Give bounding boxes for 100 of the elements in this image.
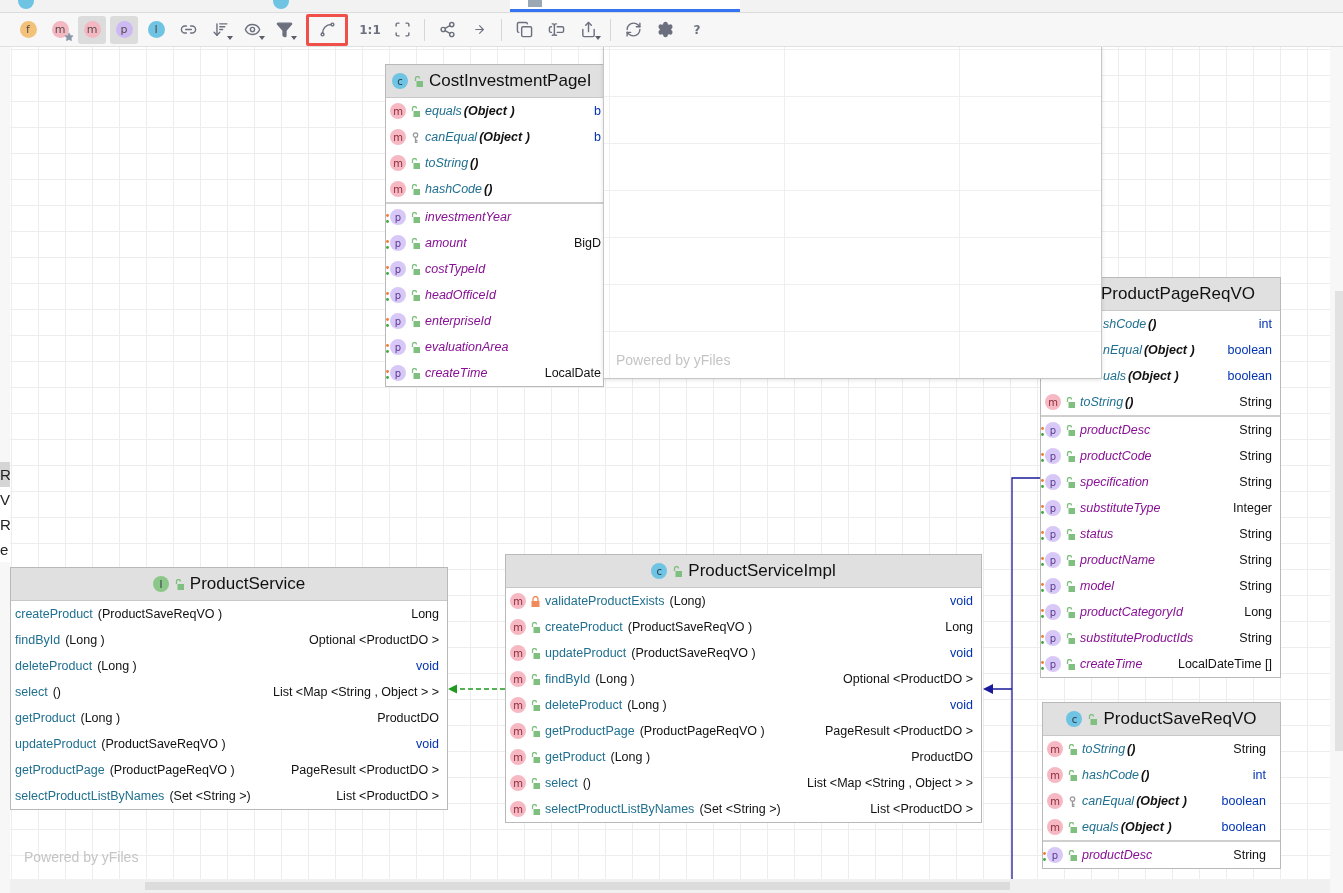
class-icon: c	[1066, 711, 1083, 727]
method-params: (ProductSaveReqVO )	[627, 620, 753, 634]
panel-item[interactable]: e	[0, 537, 10, 562]
filter-toggle-button[interactable]: p	[110, 15, 138, 44]
field-name: enterpriseId	[425, 314, 491, 328]
method-icon: m	[510, 775, 526, 791]
member-type: boolean	[1220, 820, 1266, 834]
sort-icon	[211, 21, 229, 38]
method-params: (Long )	[65, 633, 105, 647]
frame-icon	[393, 21, 411, 38]
field-name: specification	[1080, 475, 1149, 489]
member-type: LocalDate	[543, 366, 601, 380]
field-name: status	[1080, 527, 1114, 541]
method-params: ()	[1127, 742, 1136, 756]
property-icon: p	[1045, 630, 1061, 646]
filter-toggle-button[interactable]: m	[78, 15, 106, 44]
status-dots-icon	[1041, 557, 1044, 566]
method-params: (Long )	[595, 672, 635, 686]
method-params: ()	[582, 776, 591, 790]
method-name: selectProductListByNames	[545, 802, 695, 816]
property-icon: p	[1045, 604, 1061, 620]
method-params: (Set <String >)	[699, 802, 781, 816]
method-icon: m	[510, 645, 526, 661]
status-dots-icon	[1041, 531, 1044, 540]
method-icon: m	[390, 103, 406, 119]
method-icon: m	[1047, 793, 1063, 809]
status-dots-icon	[1043, 852, 1046, 861]
filter-toggle-button[interactable]: m	[46, 15, 74, 44]
member-type: int	[1257, 317, 1272, 331]
interface-icon: I	[152, 576, 169, 592]
method-name: createProduct	[545, 620, 623, 634]
field-name: investmentYear	[425, 210, 512, 224]
method-name: getProductPage	[15, 763, 105, 777]
method-name: getProduct	[15, 711, 76, 725]
status-dots-icon	[386, 292, 389, 301]
status-dots-icon	[1041, 479, 1044, 488]
caret-icon	[259, 35, 265, 40]
method-name: updateProduct	[15, 737, 97, 751]
method-params: (Object )	[1136, 794, 1187, 808]
member-type: void	[949, 594, 973, 608]
watermark: Powered by yFiles	[24, 849, 139, 865]
field-name: amount	[425, 236, 467, 250]
member-type: String	[1238, 475, 1272, 489]
unlocked-icon	[174, 578, 184, 590]
member-type: void	[415, 737, 439, 751]
method-params: ()	[484, 182, 493, 196]
method-name: findById	[545, 672, 591, 686]
class-node[interactable]	[10, 567, 448, 810]
property-icon: p	[390, 235, 406, 251]
method-params: ()	[52, 685, 61, 699]
field-name: productDesc	[1080, 423, 1151, 437]
class-icon	[273, 0, 289, 9]
member-type: String	[1238, 579, 1272, 593]
arrow-right-icon	[472, 23, 486, 36]
unlocked-icon	[414, 75, 423, 87]
property-icon: p	[390, 365, 406, 381]
method-name: uals	[1103, 369, 1126, 383]
class-node[interactable]	[385, 64, 604, 387]
filter-toggle-button[interactable]: I	[142, 15, 170, 44]
method-name: hashCode	[1082, 768, 1139, 782]
method-name: canEqual	[425, 130, 478, 144]
vertical-scrollbar[interactable]	[1330, 47, 1343, 893]
panel-item[interactable]: R	[0, 462, 10, 487]
class-node[interactable]	[505, 554, 982, 823]
status-dots-icon	[386, 344, 389, 353]
member-type: boolean	[1226, 369, 1272, 383]
member-type: b	[593, 130, 601, 144]
method-params: (Long)	[669, 594, 706, 608]
method-icon: m	[1047, 819, 1063, 835]
panel-item[interactable]: V	[0, 487, 10, 512]
method-icon: m	[510, 723, 526, 739]
property-icon: p	[1045, 500, 1061, 516]
member-type: ProductDO	[910, 750, 973, 764]
property-icon: p	[1045, 526, 1061, 542]
class-node[interactable]: c ProductSaveReqVO m toString () String m hashCode () int m canEqual (Object ) boolean m equals (Object ) boolean p productDesc String	[1042, 702, 1281, 869]
refresh-icon	[624, 21, 642, 38]
diagram-icon	[528, 0, 542, 7]
method-icon: m	[510, 801, 526, 817]
toolbar-button[interactable]: 1:1	[356, 15, 384, 44]
method-params: (Object )	[463, 104, 515, 118]
toolbar-button[interactable]: ?	[683, 15, 711, 44]
field-name: substituteProductIds	[1080, 631, 1194, 645]
member-type: BigD	[572, 236, 601, 250]
property-icon: p	[390, 209, 406, 225]
field-name: substituteType	[1080, 501, 1161, 515]
editor-tab[interactable]	[510, 0, 740, 12]
property-icon: p	[1045, 656, 1061, 672]
property-icon: p	[390, 313, 406, 329]
method-name: toString	[1082, 742, 1126, 756]
class-title: ProductServiceImpl	[688, 561, 836, 581]
method-params: (Object )	[479, 130, 530, 144]
panel-item[interactable]: R	[0, 512, 10, 537]
field-name: headOfficeId	[425, 288, 496, 302]
edge-routing-button[interactable]	[306, 13, 348, 46]
filter-toggle-button[interactable]: f	[14, 15, 42, 44]
property-icon: p	[1045, 448, 1061, 464]
method-params: (ProductSaveReqVO )	[101, 737, 226, 751]
method-icon: m	[510, 671, 526, 687]
class-node[interactable]	[1040, 277, 1281, 678]
member-type: void	[949, 646, 973, 660]
